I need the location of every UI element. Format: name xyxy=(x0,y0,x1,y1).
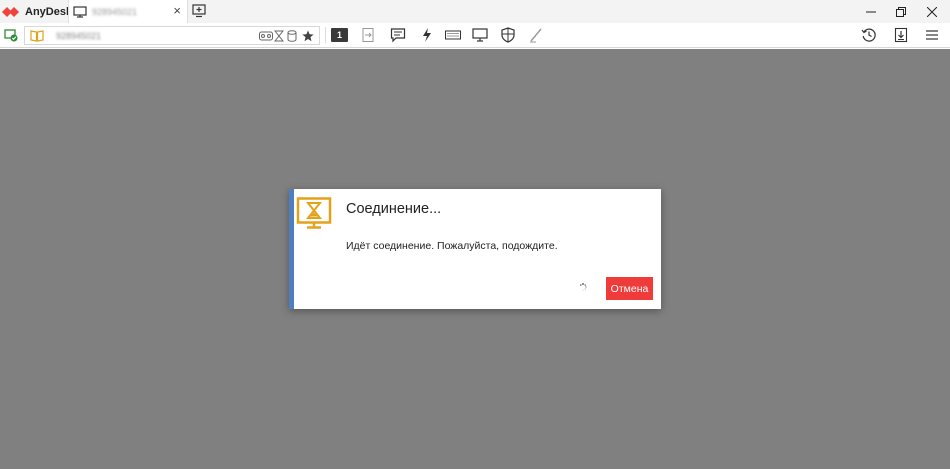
cancel-button[interactable]: Отмена xyxy=(606,277,653,300)
display-icon[interactable] xyxy=(472,27,488,43)
close-icon xyxy=(927,6,937,17)
download-icon[interactable] xyxy=(893,27,909,43)
shield-icon[interactable] xyxy=(500,27,516,43)
lightning-icon[interactable] xyxy=(419,27,435,43)
favorite-star-icon[interactable] xyxy=(302,30,314,42)
hourglass-small-icon xyxy=(274,30,284,42)
tab-label: 928945021 xyxy=(92,6,138,17)
app-brand: AnyDesk xyxy=(2,2,72,21)
hourglass-monitor-icon xyxy=(296,197,332,229)
address-field[interactable]: 928945021 xyxy=(24,26,320,45)
close-window-button[interactable] xyxy=(917,0,947,23)
title-bar: AnyDesk 928945021 × xyxy=(0,0,950,23)
toolbar-separator xyxy=(325,27,326,43)
restore-button[interactable] xyxy=(886,0,916,23)
connection-status-icon xyxy=(4,29,18,42)
dialog-title: Соединение... xyxy=(346,201,442,217)
history-icon[interactable] xyxy=(861,27,877,43)
restore-icon xyxy=(896,6,906,17)
anydesk-logo-icon xyxy=(2,6,19,17)
dialog-accent-bar xyxy=(289,189,294,309)
chat-icon[interactable] xyxy=(390,27,406,43)
transfer-icon[interactable] xyxy=(360,27,376,43)
minimize-icon xyxy=(866,11,876,12)
database-icon xyxy=(287,30,297,42)
session-tab[interactable]: 928945021 × xyxy=(68,0,188,23)
loading-spinner-icon xyxy=(580,283,587,291)
address-input[interactable]: 928945021 xyxy=(56,31,101,41)
tab-close-icon[interactable]: × xyxy=(173,4,181,18)
hamburger-menu-icon[interactable] xyxy=(924,27,940,43)
vr-glasses-icon[interactable] xyxy=(259,31,273,41)
address-book-icon[interactable] xyxy=(30,30,44,42)
new-tab-icon[interactable] xyxy=(192,4,206,18)
app-name: AnyDesk xyxy=(25,5,73,18)
monitor-select-button[interactable]: 1 xyxy=(331,28,348,42)
monitor-icon xyxy=(73,5,87,18)
connecting-dialog: Соединение... Идёт соединение. Пожалуйст… xyxy=(289,189,661,309)
minimize-button[interactable] xyxy=(856,0,886,23)
pen-icon[interactable] xyxy=(528,27,544,43)
dialog-message: Идёт соединение. Пожалуйста, подождите. xyxy=(346,240,558,252)
keyboard-icon[interactable] xyxy=(445,27,461,43)
toolbar: 928945021 1 xyxy=(0,23,950,48)
